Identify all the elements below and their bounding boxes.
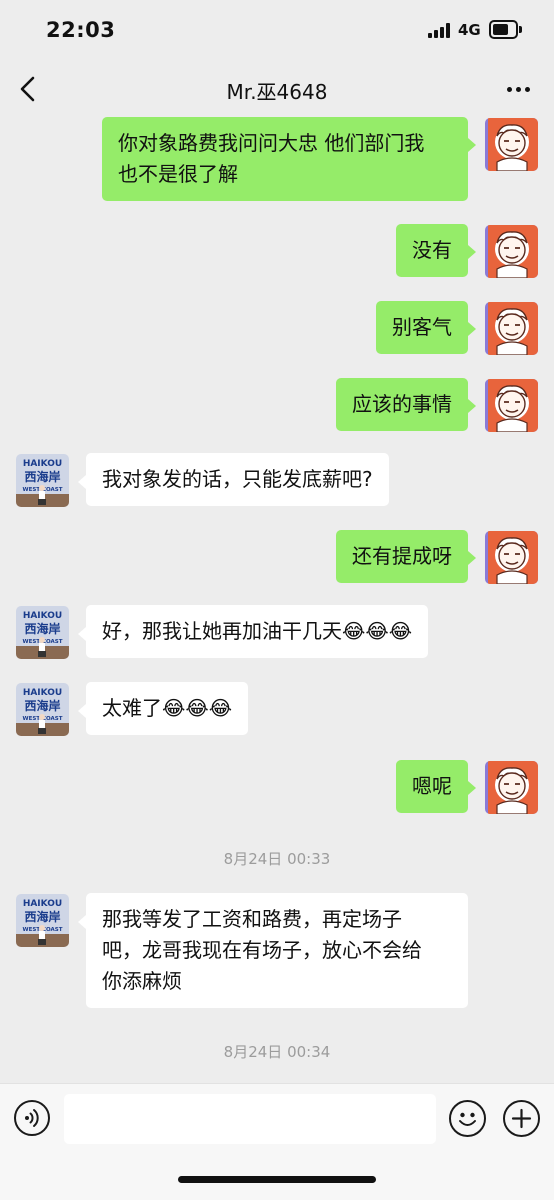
message-bubble-sent[interactable]: 别客气	[376, 301, 468, 354]
message-timestamp: 8月24日 00:34	[223, 1043, 331, 1061]
message-text: 那我等发了工资和路费，再定场子	[102, 907, 402, 931]
more-functions-button[interactable]	[503, 1100, 540, 1137]
svg-text:西海岸: 西海岸	[24, 909, 60, 924]
message-bubble-received[interactable]: 好，那我让她再加油干几天😂😂😂	[86, 605, 429, 658]
message-text: 你添麻烦	[102, 969, 182, 993]
message-bubble-received[interactable]: 我对象发的话，只能发底薪吧?	[86, 453, 389, 506]
svg-text:西海岸: 西海岸	[24, 469, 60, 484]
message-list[interactable]: 你对象路费我问问大忠 他们部门我 也不是很了解 没有 别客气 应该的事情 HAI…	[0, 117, 554, 1083]
emoji-icon	[459, 1112, 476, 1126]
bubble-tail	[468, 322, 476, 336]
plus-icon	[511, 1108, 532, 1129]
message-text: 应该的事情	[352, 392, 452, 416]
status-bar: 22:03 4G	[0, 0, 554, 62]
contact-avatar[interactable]: HAIKOU 西海岸 WEST COAST	[16, 683, 69, 736]
message-input[interactable]	[64, 1094, 436, 1144]
message-timestamp: 8月24日 00:33	[223, 850, 331, 868]
message-bubble-sent[interactable]: 没有	[396, 224, 468, 277]
message-text: 好，那我让她再加油干几天😂😂😂	[102, 619, 413, 643]
svg-text:HAIKOU: HAIKOU	[23, 611, 62, 621]
chat-header: Mr.巫4648	[0, 62, 554, 117]
bubble-tail	[78, 627, 86, 641]
message-bubble-sent[interactable]: 应该的事情	[336, 378, 468, 431]
message-text: 别客气	[392, 315, 452, 339]
bubble-tail	[468, 399, 476, 413]
contact-avatar[interactable]: HAIKOU 西海岸 WEST COAST	[16, 454, 69, 507]
message-bubble-received[interactable]: 那我等发了工资和路费，再定场子 吧，龙哥我现在有场子，放心不会给 你添麻烦	[86, 893, 468, 1008]
message-text: 吧，龙哥我现在有场子，放心不会给	[102, 938, 422, 962]
svg-text:HAIKOU: HAIKOU	[23, 899, 62, 909]
bubble-tail	[78, 704, 86, 718]
svg-text:HAIKOU: HAIKOU	[23, 459, 62, 469]
bubble-tail	[468, 245, 476, 259]
bubble-tail	[78, 915, 86, 929]
network-label: 4G	[458, 21, 481, 39]
my-avatar[interactable]	[485, 761, 538, 814]
message-text: 嗯呢	[412, 774, 452, 798]
voice-icon	[25, 1109, 39, 1127]
svg-text:HAIKOU: HAIKOU	[23, 688, 62, 698]
message-bubble-sent[interactable]: 你对象路费我问问大忠 他们部门我 也不是很了解	[102, 117, 468, 201]
emoji-button[interactable]	[449, 1100, 486, 1137]
more-button[interactable]	[500, 76, 536, 102]
my-avatar[interactable]	[485, 118, 538, 171]
message-text: 我对象发的话，只能发底薪吧?	[102, 467, 373, 491]
my-avatar[interactable]	[485, 302, 538, 355]
bubble-tail	[78, 475, 86, 489]
message-text: 也不是很了解	[118, 162, 238, 186]
bubble-tail	[468, 781, 476, 795]
message-text: 你对象路费我问问大忠 他们部门我	[118, 131, 425, 155]
svg-text:西海岸: 西海岸	[24, 621, 60, 636]
contact-avatar[interactable]: HAIKOU 西海岸 WEST COAST	[16, 894, 69, 947]
message-bubble-sent[interactable]: 还有提成呀	[336, 530, 468, 583]
status-time: 22:03	[46, 18, 116, 42]
chat-title: Mr.巫4648	[226, 80, 328, 104]
contact-avatar[interactable]: HAIKOU 西海岸 WEST COAST	[16, 606, 69, 659]
bubble-tail	[468, 551, 476, 565]
my-avatar[interactable]	[485, 225, 538, 278]
battery-icon	[489, 20, 522, 39]
message-bubble-received[interactable]: 太难了😂😂😂	[86, 682, 249, 735]
message-bubble-sent[interactable]: 嗯呢	[396, 760, 468, 813]
more-dots-icon	[506, 86, 512, 92]
bubble-tail	[468, 138, 476, 152]
home-indicator	[178, 1176, 376, 1183]
signal-icon	[428, 23, 453, 38]
my-avatar[interactable]	[485, 379, 538, 432]
voice-button[interactable]	[14, 1100, 50, 1136]
message-text: 还有提成呀	[352, 544, 452, 568]
my-avatar[interactable]	[485, 531, 538, 584]
svg-text:西海岸: 西海岸	[24, 698, 60, 713]
message-text: 太难了😂😂😂	[102, 696, 233, 720]
message-text: 没有	[412, 238, 452, 262]
